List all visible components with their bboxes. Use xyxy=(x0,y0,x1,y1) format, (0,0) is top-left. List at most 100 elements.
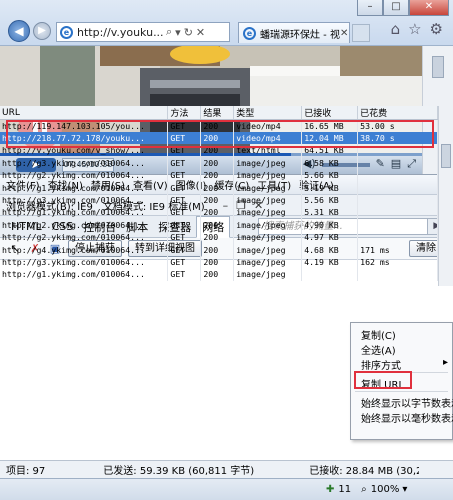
browser-tab-active[interactable]: e 蟠瑞源环保灶 - 视... ✕ xyxy=(238,22,350,43)
maximize-button[interactable]: □ xyxy=(383,0,409,16)
table-cell: image/jpeg xyxy=(233,156,303,170)
table-cell: image/jpeg xyxy=(233,218,303,232)
network-table: URL 方法 结果 类型 已接收 已花费 http://119.147.103.… xyxy=(0,106,438,281)
table-cell xyxy=(301,268,359,281)
zoom-icon[interactable]: ⌕ xyxy=(361,484,367,495)
table-cell: GET xyxy=(167,231,202,244)
menu-select-all[interactable]: 全选(A) xyxy=(361,342,396,357)
table-cell: GET xyxy=(167,193,202,207)
col-method[interactable]: 方法 xyxy=(167,106,202,120)
table-cell xyxy=(357,169,438,182)
table-row[interactable]: http://g2.ykimg.com/010064... GET 200 image… xyxy=(0,218,438,232)
table-cell: image/jpeg xyxy=(233,181,303,194)
table-cell: GET xyxy=(167,156,202,170)
protected-mode-icon[interactable]: ✚ xyxy=(326,484,334,495)
table-cell: image/jpeg xyxy=(233,243,303,256)
table-row[interactable]: http://g1.ykimg.com/010064... GET 200 image… xyxy=(0,181,438,194)
search-icon[interactable]: ⌕ xyxy=(166,25,172,39)
table-cell xyxy=(357,156,438,170)
table-cell: 171 ms xyxy=(357,243,438,256)
table-row[interactable]: http://218.77.72.178/youku... GET 200 video… xyxy=(0,131,438,145)
menu-show-bytes[interactable]: 始终显示以字节数表示 xyxy=(361,395,453,410)
menu-copy[interactable]: 复制(C) xyxy=(361,327,396,342)
table-cell: 162 ms xyxy=(357,255,438,269)
table-cell: GET xyxy=(167,206,202,219)
minimize-button[interactable]: – xyxy=(357,0,383,16)
table-cell xyxy=(357,144,438,157)
table-cell: 200 xyxy=(200,231,235,244)
table-cell: 200 xyxy=(200,255,235,269)
table-cell: 5.31 KB xyxy=(301,206,359,219)
tab-title: 蟠瑞源环保灶 - 视... xyxy=(260,29,340,41)
table-cell: http://g3.ykimg.com/010064... xyxy=(0,193,169,207)
address-bar[interactable]: e http://v.youku... ⌕ ▾ ↻ ✕ xyxy=(56,22,230,42)
context-menu: 复制(C) 全选(A) 排序方式 ▸ 复制 URL 始终显示以字节数表示 始终显… xyxy=(350,322,453,440)
refresh-icon[interactable]: ↻ xyxy=(184,26,193,39)
table-row[interactable]: http://v.youku.com/v_show/... GET 200 text/… xyxy=(0,144,438,157)
table-cell: 200 xyxy=(200,144,235,157)
table-cell: 64.51 KB xyxy=(301,144,359,157)
table-cell: http://g3.ykimg.com/010064... xyxy=(0,156,169,170)
table-scrollbar-thumb[interactable] xyxy=(441,144,451,168)
menu-show-ms[interactable]: 始终显示以毫秒数表示 xyxy=(361,410,453,425)
table-row[interactable]: http://g3.ykimg.com/010064... GET 200 image… xyxy=(0,255,438,269)
table-row[interactable]: http://g1.ykimg.com/010064... GET 200 image… xyxy=(0,268,438,281)
col-taken[interactable]: 已花费 xyxy=(357,106,438,120)
table-cell: text/html xyxy=(233,144,303,157)
table-row[interactable]: http://g3.ykimg.com/010064... GET 200 image… xyxy=(0,193,438,207)
col-result[interactable]: 结果 xyxy=(200,106,235,120)
table-cell: 4.19 KB xyxy=(301,255,359,269)
menu-sort[interactable]: 排序方式 xyxy=(361,357,401,372)
table-cell: 5.66 KB xyxy=(301,169,359,182)
table-cell: video/mp4 xyxy=(233,131,303,145)
table-cell: 200 xyxy=(200,193,235,207)
table-cell: 5.56 KB xyxy=(301,193,359,207)
table-row[interactable]: http://g2.ykimg.com/010064... GET 200 image… xyxy=(0,231,438,244)
zoom-dropdown-icon[interactable]: ▾ xyxy=(402,484,407,495)
table-cell: 200 xyxy=(200,268,235,281)
table-cell: GET xyxy=(167,243,202,256)
col-url[interactable]: URL xyxy=(0,106,169,120)
table-cell: http://218.77.72.178/youku... xyxy=(0,131,169,145)
forward-button[interactable]: ▶ xyxy=(33,22,51,40)
table-cell: 200 xyxy=(200,169,235,182)
browser-status-bar: ✚ 11 ⌕ 100% ▾ xyxy=(0,478,453,500)
table-row[interactable]: http://g3.ykimg.com/010064... GET 200 image… xyxy=(0,156,438,170)
dropdown-icon[interactable]: ▾ xyxy=(175,26,181,39)
table-cell: 5.19 KB xyxy=(301,181,359,194)
col-type[interactable]: 类型 xyxy=(233,106,303,120)
table-cell xyxy=(357,218,438,232)
table-cell: GET xyxy=(167,131,202,145)
tab-close-icon[interactable]: ✕ xyxy=(340,28,348,39)
status-received: 已接收: 28.84 MB (30,24 xyxy=(309,466,420,477)
table-row[interactable]: http://119.147.103.105/you... GET 200 video… xyxy=(0,119,438,132)
table-header-row: URL 方法 结果 类型 已接收 已花费 xyxy=(0,106,438,120)
table-cell: 4.90 KB xyxy=(301,218,359,232)
favorites-star-icon[interactable]: ☆ xyxy=(408,20,421,38)
home-icon[interactable]: ⌂ xyxy=(391,20,401,38)
table-cell: GET xyxy=(167,169,202,182)
table-row[interactable]: http://g4.ykimg.com/010064... GET 200 image… xyxy=(0,243,438,256)
gear-icon[interactable]: ⚙ xyxy=(430,20,443,38)
menu-separator xyxy=(355,391,448,392)
table-scrollbar[interactable] xyxy=(438,106,453,286)
zoom-level[interactable]: 100% xyxy=(371,484,400,495)
table-cell: http://g2.ykimg.com/010064... xyxy=(0,218,169,232)
table-row[interactable]: http://g1.ykimg.com/010064... GET 200 image… xyxy=(0,206,438,219)
table-cell: 200 xyxy=(200,131,235,145)
new-tab-button[interactable] xyxy=(352,24,370,42)
table-cell: http://g3.ykimg.com/010064... xyxy=(0,255,169,269)
back-button[interactable]: ◀ xyxy=(8,20,30,42)
stop-icon[interactable]: ✕ xyxy=(196,26,205,39)
menu-copy-url[interactable]: 复制 URL xyxy=(361,376,404,391)
submenu-arrow-icon: ▸ xyxy=(443,357,449,368)
page-scrollbar-thumb[interactable] xyxy=(432,56,444,78)
table-cell: image/jpeg xyxy=(233,268,303,281)
table-cell: 12.04 MB xyxy=(301,131,359,145)
table-cell: 200 xyxy=(200,218,235,232)
table-cell: 4.68 KB xyxy=(301,243,359,256)
table-cell: 200 xyxy=(200,206,235,219)
close-button[interactable]: ✕ xyxy=(409,0,449,16)
col-received[interactable]: 已接收 xyxy=(301,106,359,120)
table-row[interactable]: http://g2.ykimg.com/010064... GET 200 image… xyxy=(0,169,438,182)
